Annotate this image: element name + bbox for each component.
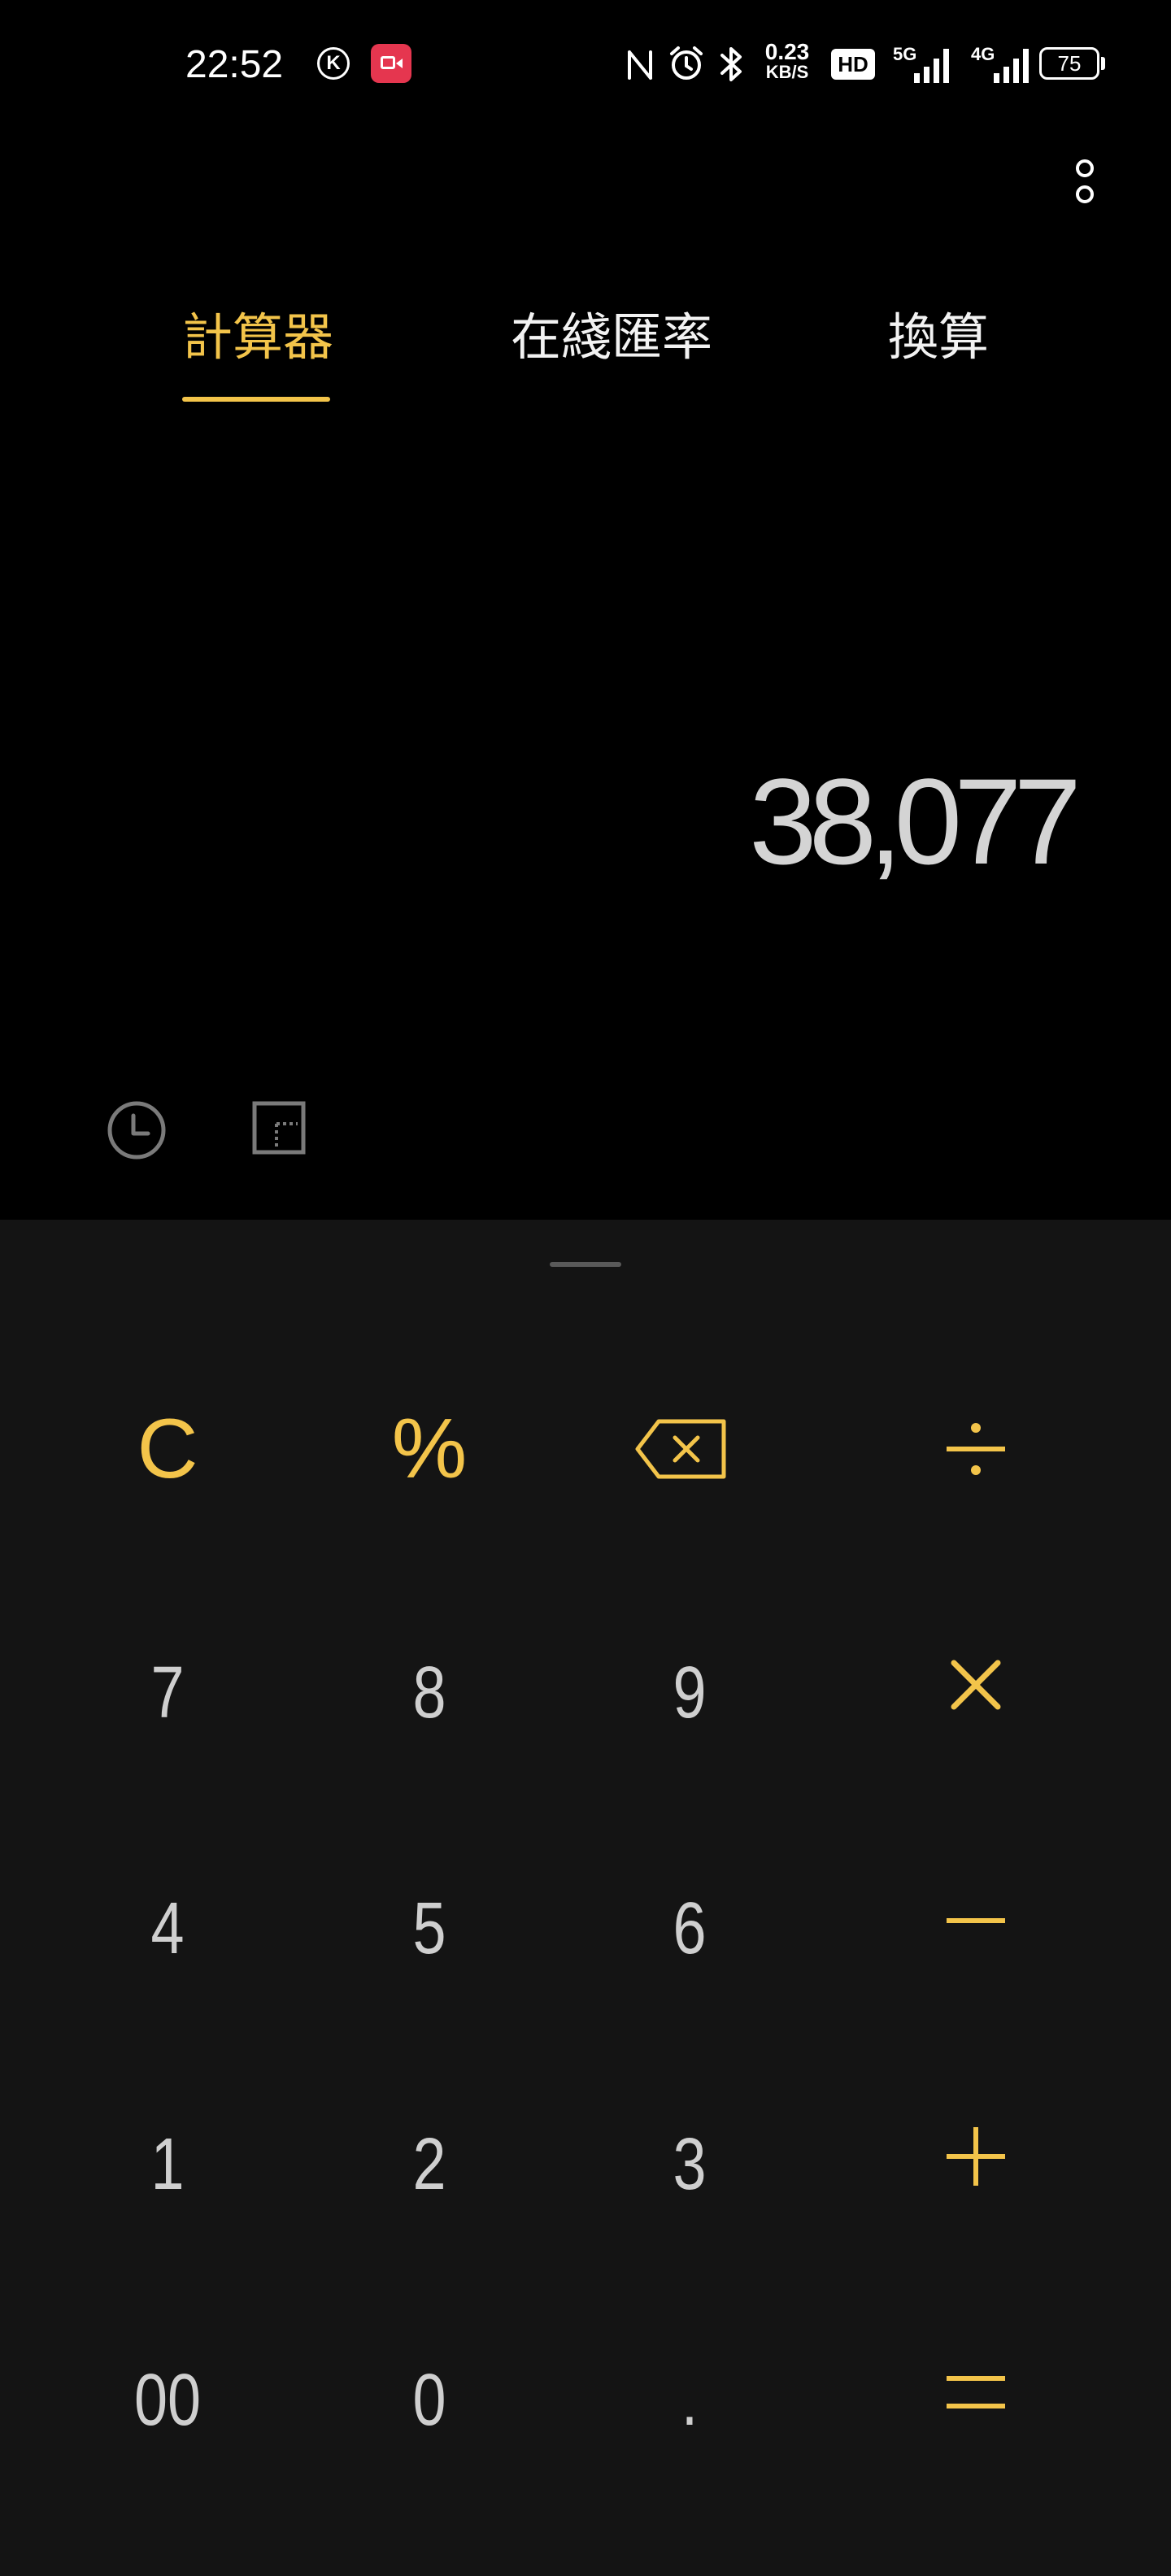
net-speed-indicator: 0.23 KB/S xyxy=(760,41,815,81)
k-icon: K xyxy=(317,47,350,80)
backspace-button[interactable] xyxy=(584,1360,779,1538)
display-value: 38,077 xyxy=(749,753,1082,890)
signal-5g-label: 5G xyxy=(893,44,917,64)
digit-8-button[interactable]: 8 xyxy=(350,1603,510,1782)
more-dot-bottom xyxy=(1076,185,1094,203)
net-speed-unit: KB/S xyxy=(765,62,809,82)
hd-voice-icon: HD xyxy=(831,49,875,80)
nfc-icon xyxy=(628,50,652,80)
divide-icon xyxy=(947,1423,1005,1475)
plus-icon xyxy=(947,2127,1005,2186)
tab-conversion[interactable]: 換算 xyxy=(888,301,989,374)
digit-1-button[interactable]: 1 xyxy=(88,2075,248,2254)
net-speed-value: 0.23 xyxy=(764,39,810,64)
multiply-icon xyxy=(951,1660,1001,1710)
scientific-toggle-icon[interactable] xyxy=(252,1101,306,1155)
backspace-icon xyxy=(635,1419,726,1479)
signal-4g-label: 4G xyxy=(971,44,995,64)
status-time: 22:52 xyxy=(185,43,284,86)
minus-button[interactable] xyxy=(878,1831,1073,2010)
minus-icon xyxy=(947,1918,1005,1923)
decimal-point-button[interactable]: . xyxy=(610,2311,770,2490)
double-zero-button[interactable]: 00 xyxy=(88,2311,248,2490)
divide-button[interactable] xyxy=(878,1360,1073,1538)
battery-icon: 75 xyxy=(1039,47,1099,80)
tab-calculator[interactable]: 計算器 xyxy=(182,301,333,374)
more-options-button[interactable] xyxy=(1070,156,1099,208)
digit-6-button[interactable]: 6 xyxy=(610,1839,770,2018)
plus-button[interactable] xyxy=(878,2067,1073,2246)
digit-5-button[interactable]: 5 xyxy=(350,1839,510,2018)
digit-4-button[interactable]: 4 xyxy=(88,1839,248,2018)
digit-7-button[interactable]: 7 xyxy=(88,1603,248,1782)
bluetooth-icon xyxy=(720,47,742,81)
multiply-button[interactable] xyxy=(878,1595,1073,1774)
screen-record-icon xyxy=(371,44,411,83)
tab-exchange-rate[interactable]: 在綫匯率 xyxy=(511,301,712,374)
percent-button[interactable]: % xyxy=(332,1360,527,1538)
more-dot-top xyxy=(1076,159,1094,177)
digit-0-button[interactable]: 0 xyxy=(350,2311,510,2490)
digit-2-button[interactable]: 2 xyxy=(350,2075,510,2254)
signal-4g-icon: 4G xyxy=(969,44,1033,85)
keypad-drag-handle[interactable] xyxy=(550,1262,621,1267)
battery-tip xyxy=(1101,57,1105,70)
digit-3-button[interactable]: 3 xyxy=(610,2075,770,2254)
clear-button[interactable]: C xyxy=(70,1360,265,1538)
digit-9-button[interactable]: 9 xyxy=(610,1603,770,1782)
history-icon[interactable] xyxy=(106,1099,168,1161)
signal-5g-icon: 5G xyxy=(890,44,953,85)
equals-icon xyxy=(947,2376,1005,2408)
equals-button[interactable] xyxy=(878,2303,1073,2482)
alarm-icon xyxy=(670,46,703,80)
tab-active-indicator xyxy=(182,397,330,402)
